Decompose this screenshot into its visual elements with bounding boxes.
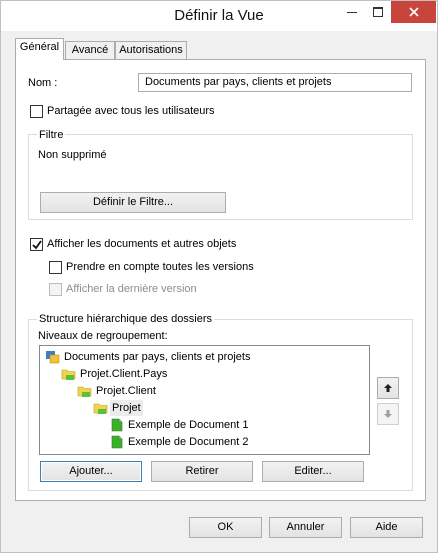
name-label: Nom : bbox=[28, 77, 58, 89]
grouping-folder-icon bbox=[77, 386, 92, 397]
edit-level-button[interactable]: Editer... bbox=[262, 461, 364, 482]
help-button[interactable]: Aide bbox=[350, 517, 423, 538]
last-version-checkbox[interactable] bbox=[49, 283, 62, 296]
tab-permissions[interactable]: Autorisations bbox=[115, 41, 187, 59]
arrow-down-icon bbox=[384, 410, 392, 418]
show-documents-label[interactable]: Afficher les documents et autres objets bbox=[47, 238, 236, 250]
tab-general[interactable]: Général bbox=[15, 38, 64, 60]
move-up-button[interactable] bbox=[377, 377, 399, 399]
grouping-folder-icon bbox=[61, 369, 76, 380]
all-versions-checkbox[interactable] bbox=[49, 261, 62, 274]
close-button[interactable] bbox=[391, 1, 436, 23]
cancel-button[interactable]: Annuler bbox=[269, 517, 342, 538]
document-icon bbox=[111, 435, 123, 449]
add-level-button[interactable]: Ajouter... bbox=[40, 461, 142, 482]
remove-level-button[interactable]: Retirer bbox=[151, 461, 253, 482]
grouping-folder-icon bbox=[93, 403, 108, 414]
close-icon bbox=[408, 7, 419, 17]
filter-group-title: Filtre bbox=[37, 129, 66, 141]
tree-node-label: Documents par pays, clients et projets bbox=[64, 351, 251, 363]
define-filter-button[interactable]: Définir le Filtre... bbox=[40, 192, 226, 213]
checkmark-icon bbox=[32, 240, 42, 250]
tree-node-label: Projet.Client.Pays bbox=[80, 368, 168, 380]
ok-button[interactable]: OK bbox=[189, 517, 262, 538]
minimize-button[interactable] bbox=[339, 1, 365, 23]
title-bar[interactable]: Définir la Vue bbox=[1, 1, 437, 31]
dialog-window: Définir la Vue Général Avancé Autorisati… bbox=[0, 0, 438, 553]
all-versions-label[interactable]: Prendre en compte toutes les versions bbox=[66, 261, 254, 273]
tree-node-label: Exemple de Document 1 bbox=[128, 419, 249, 431]
move-down-button[interactable] bbox=[377, 403, 399, 425]
tree-node-label: Projet.Client bbox=[96, 385, 156, 397]
maximize-button[interactable] bbox=[365, 1, 391, 23]
filter-status: Non supprimé bbox=[38, 149, 107, 161]
grouping-tree[interactable]: Documents par pays, clients et projets P… bbox=[39, 345, 370, 455]
view-icon bbox=[46, 351, 60, 364]
arrow-up-icon bbox=[384, 384, 392, 392]
tree-node-label: Exemple de Document 2 bbox=[128, 436, 249, 448]
tab-advanced[interactable]: Avancé bbox=[65, 41, 115, 59]
show-documents-checkbox[interactable] bbox=[30, 238, 43, 251]
levels-label: Niveaux de regroupement: bbox=[38, 330, 168, 342]
general-panel: Nom : Documents par pays, clients et pro… bbox=[15, 59, 426, 501]
maximize-icon bbox=[373, 7, 383, 17]
shared-label[interactable]: Partagée avec tous les utilisateurs bbox=[47, 105, 215, 117]
shared-checkbox[interactable] bbox=[30, 105, 43, 118]
document-icon bbox=[111, 418, 123, 432]
hierarchy-group-title: Structure hiérarchique des dossiers bbox=[37, 313, 215, 325]
name-field[interactable]: Documents par pays, clients et projets bbox=[138, 73, 412, 92]
last-version-label: Afficher la dernière version bbox=[66, 283, 197, 295]
minimize-icon bbox=[347, 12, 357, 13]
tree-node-label: Projet bbox=[110, 400, 143, 416]
